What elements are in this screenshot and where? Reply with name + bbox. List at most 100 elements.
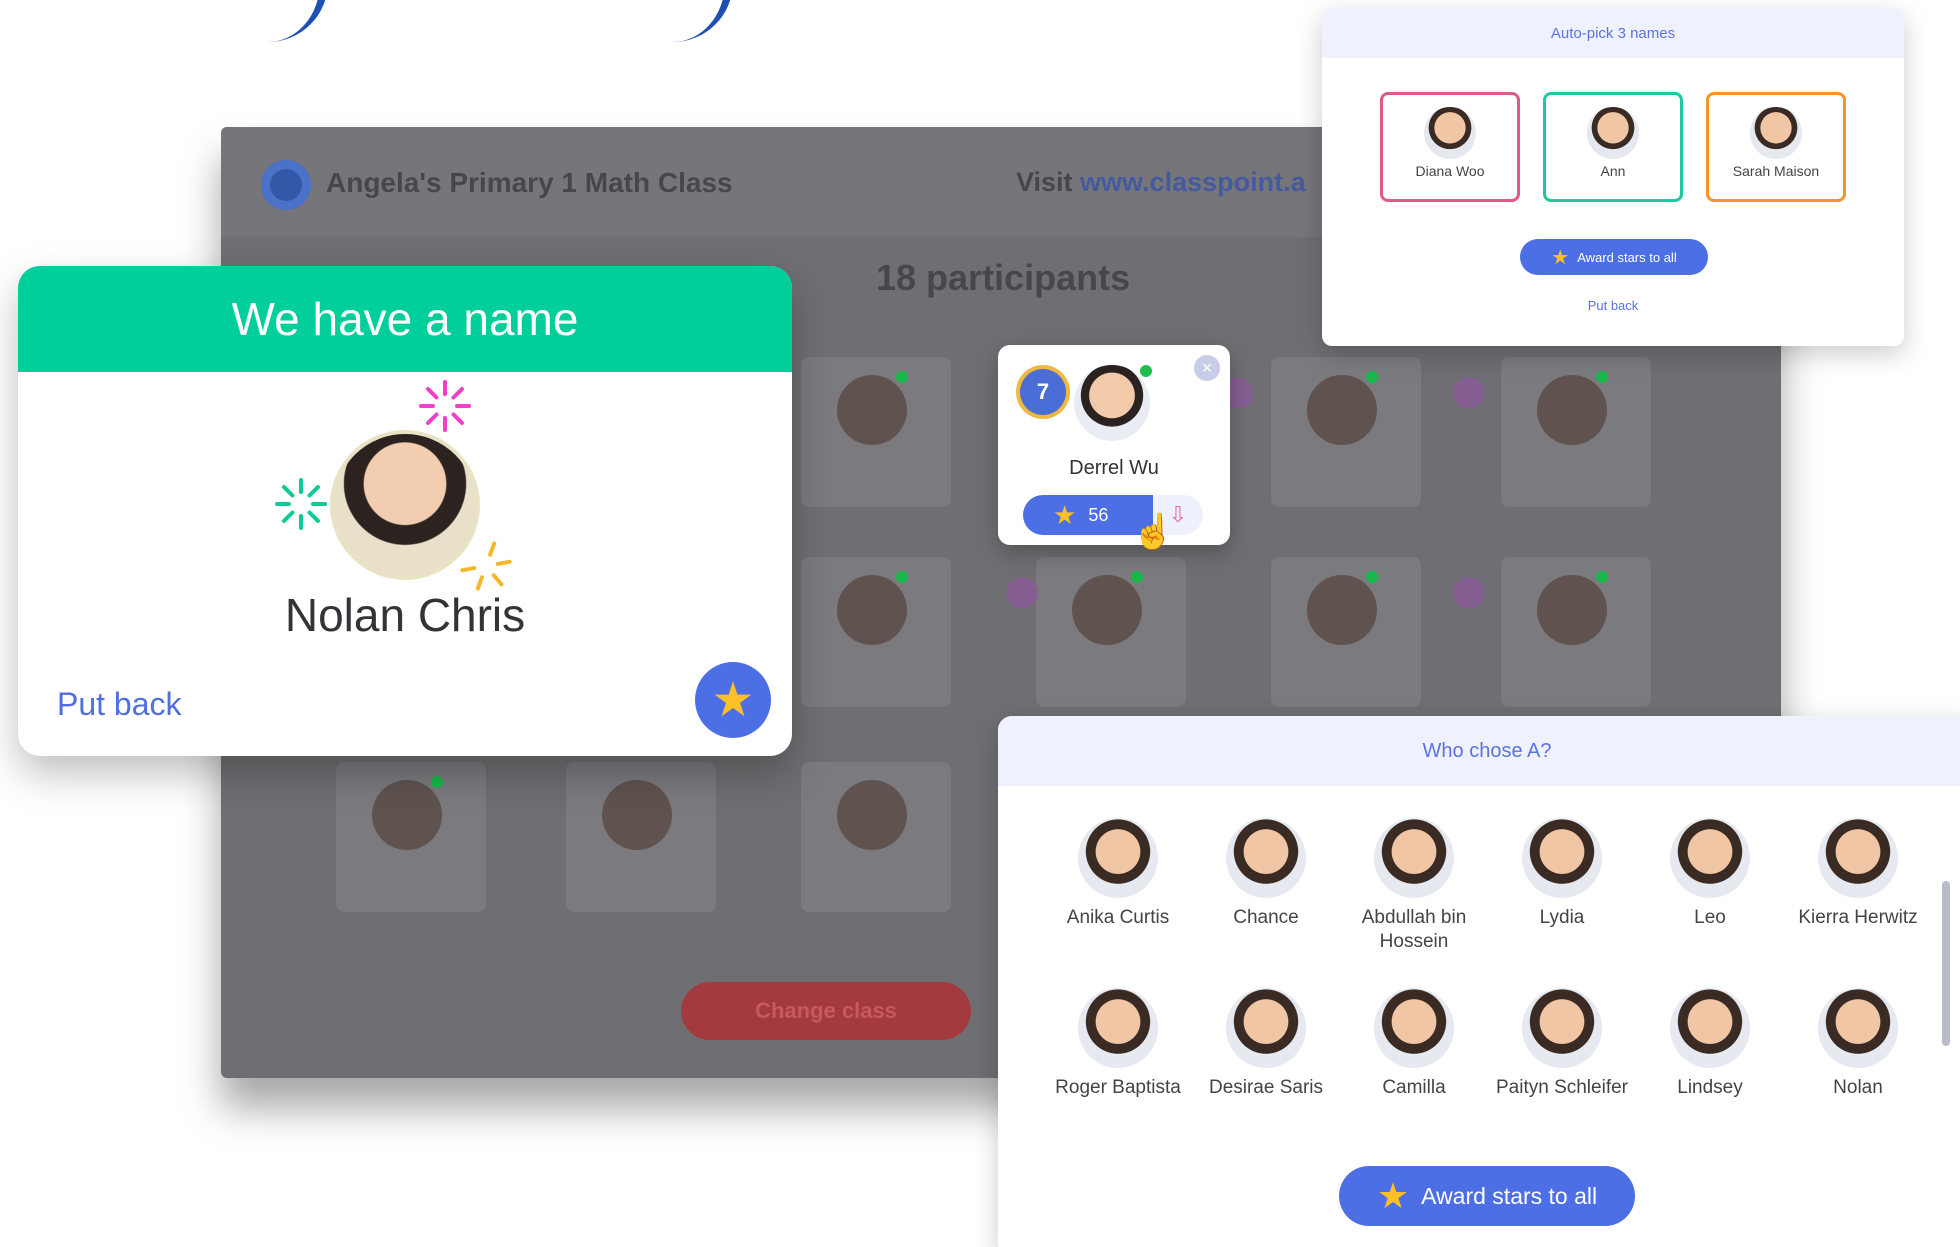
avatar	[1818, 988, 1898, 1068]
student-name: Roger Baptista	[1055, 1077, 1181, 1098]
student-popup-card: 7 × Derrel Wu ★ 56 ⇩	[998, 345, 1230, 545]
participant-card[interactable]	[1271, 557, 1421, 707]
scrollbar[interactable]	[1942, 881, 1950, 1046]
avatar	[1537, 575, 1607, 645]
level-badge-icon	[1453, 377, 1485, 409]
participant-card[interactable]	[801, 762, 951, 912]
participants-count: 18 participants	[876, 257, 1131, 298]
student-item[interactable]: Leo	[1640, 818, 1780, 930]
online-indicator	[896, 371, 908, 383]
student-item[interactable]: Lydia	[1492, 818, 1632, 930]
participant-card[interactable]	[1036, 557, 1186, 707]
who-chose-header: Who chose A?	[998, 716, 1960, 786]
student-name: Kierra Herwitz	[1798, 907, 1918, 928]
picked-student-avatar	[330, 430, 480, 580]
student-item[interactable]: Abdullah bin Hossein	[1344, 818, 1484, 954]
star-count: 56	[1088, 504, 1109, 525]
classpoint-logo-icon	[261, 160, 311, 210]
put-back-link[interactable]: Put back	[57, 686, 182, 723]
participant-card[interactable]	[801, 357, 951, 507]
avatar	[1522, 988, 1602, 1068]
avatar	[1424, 107, 1476, 159]
student-name: Desirae Saris	[1208, 1077, 1324, 1098]
avatar	[372, 780, 442, 850]
avatar	[1307, 375, 1377, 445]
participant-card[interactable]	[336, 762, 486, 912]
student-item[interactable]: Anika Curtis	[1048, 818, 1188, 930]
student-item[interactable]: Nolan	[1788, 988, 1928, 1100]
student-item[interactable]: Kierra Herwitz	[1788, 818, 1928, 930]
avatar	[1750, 107, 1802, 159]
screenshot-canvas: Angela's Primary 1 Math Class Visit www.…	[0, 0, 1960, 1247]
auto-pick-panel: Auto-pick 3 names Diana Woo Ann Sarah Ma…	[1322, 8, 1904, 346]
online-indicator	[1596, 371, 1608, 383]
avatar	[1072, 575, 1142, 645]
star-icon: ★	[1053, 499, 1077, 530]
award-label: Award stars to all	[1577, 249, 1677, 265]
avatar	[837, 780, 907, 850]
random-name-header: We have a name	[18, 266, 792, 372]
visit-label: Visit	[1016, 167, 1081, 197]
avatar	[1818, 818, 1898, 898]
who-chose-panel: Who chose A? Anika Curtis Chance Abdulla…	[998, 716, 1960, 1247]
student-name: Lydia	[1539, 907, 1585, 928]
star-icon: ★	[1551, 246, 1570, 269]
award-stars-to-all-button[interactable]: ★ Award stars to all	[1520, 239, 1708, 275]
participant-card[interactable]	[801, 557, 951, 707]
class-title: Angela's Primary 1 Math Class	[326, 167, 733, 198]
student-name: Camilla	[1382, 1077, 1446, 1098]
student-item[interactable]: Paityn Schleifer	[1492, 988, 1632, 1100]
award-stars-to-all-button[interactable]: ★ Award stars to all	[1339, 1166, 1635, 1226]
decorative-curve-left	[210, 0, 328, 42]
avatar	[602, 780, 672, 850]
avatar	[1226, 988, 1306, 1068]
decorative-curve-right	[615, 0, 733, 42]
online-indicator	[896, 571, 908, 583]
student-name: Chance	[1233, 907, 1299, 928]
picked-card[interactable]: Sarah Maison	[1706, 92, 1846, 202]
avatar	[837, 575, 907, 645]
participant-card[interactable]	[1271, 357, 1421, 507]
picked-card[interactable]: Diana Woo	[1380, 92, 1520, 202]
student-name: Lindsey	[1677, 1077, 1743, 1098]
participant-card[interactable]	[566, 762, 716, 912]
avatar	[1307, 575, 1377, 645]
award-label: Award stars to all	[1421, 1182, 1598, 1209]
online-indicator	[1140, 365, 1152, 377]
online-indicator	[1596, 571, 1608, 583]
participant-card[interactable]	[1501, 557, 1651, 707]
student-name: Derrel Wu	[1069, 457, 1159, 479]
random-name-card: We have a name Nolan Chris Put back ★	[18, 266, 792, 756]
avatar	[837, 375, 907, 445]
student-item[interactable]: Chance	[1196, 818, 1336, 930]
auto-pick-header: Auto-pick 3 names	[1322, 8, 1904, 58]
picked-card[interactable]: Ann	[1543, 92, 1683, 202]
star-icon: ★	[1376, 1175, 1410, 1216]
avatar	[1670, 818, 1750, 898]
student-name: Paityn Schleifer	[1495, 1077, 1628, 1098]
student-item[interactable]: Roger Baptista	[1048, 988, 1188, 1100]
picked-name: Diana Woo	[1415, 163, 1485, 179]
close-icon[interactable]: ×	[1194, 355, 1220, 381]
student-item[interactable]: Desirae Saris	[1196, 988, 1336, 1100]
student-name: Anika Curtis	[1066, 907, 1170, 928]
online-indicator	[1131, 571, 1143, 583]
picked-name: Ann	[1600, 163, 1626, 179]
online-indicator	[431, 776, 443, 788]
level-badge-icon: 7	[1020, 369, 1066, 415]
put-back-link[interactable]: Put back	[1322, 298, 1904, 313]
avatar	[1374, 818, 1454, 898]
student-item[interactable]: Lindsey	[1640, 988, 1780, 1100]
change-class-button[interactable]: Change class	[681, 982, 971, 1040]
student-name: Nolan	[1833, 1077, 1883, 1098]
student-item[interactable]: Camilla	[1344, 988, 1484, 1100]
picked-name: Sarah Maison	[1732, 163, 1820, 179]
participant-card[interactable]	[1501, 357, 1651, 507]
avatar	[1078, 818, 1158, 898]
hand-cursor-icon: ☝	[1132, 513, 1175, 551]
avatar	[1537, 375, 1607, 445]
avatar	[1587, 107, 1639, 159]
award-star-button[interactable]: ★	[695, 662, 771, 738]
avatar	[1374, 988, 1454, 1068]
visit-link[interactable]: www.classpoint.a	[1080, 167, 1306, 197]
